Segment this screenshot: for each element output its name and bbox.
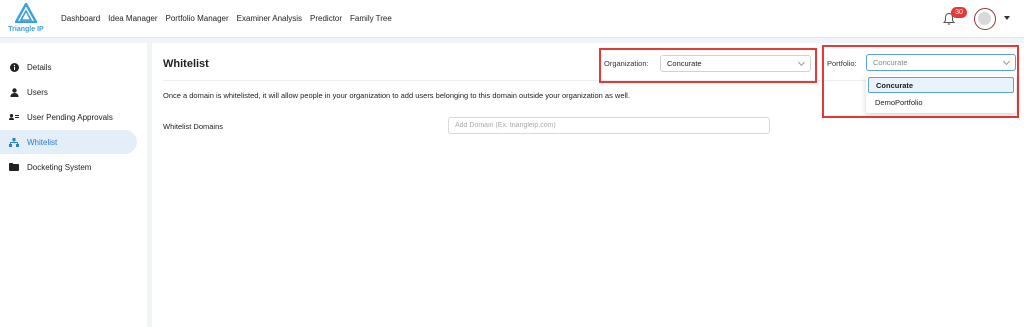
- chevron-down-icon: [797, 58, 806, 67]
- sidebar-item-users[interactable]: Users: [0, 80, 137, 104]
- add-domain-input[interactable]: [448, 117, 770, 134]
- whitelist-description: Once a domain is whitelisted, it will al…: [163, 91, 630, 100]
- folder-icon: [9, 162, 19, 172]
- portfolio-option-concurate[interactable]: Concurate: [868, 77, 1014, 93]
- portfolio-label: Portfolio:: [827, 59, 857, 68]
- sidebar-item-whitelist[interactable]: Whitelist: [0, 130, 137, 154]
- sidebar: Details Users User Pending Approvals Whi…: [0, 43, 147, 327]
- sitemap-icon: [9, 137, 19, 147]
- sidebar-item-label: User Pending Approvals: [27, 112, 113, 122]
- sidebar-item-docketing-system[interactable]: Docketing System: [0, 155, 137, 179]
- chevron-down-icon: [1002, 57, 1011, 66]
- avatar[interactable]: [974, 8, 996, 30]
- sidebar-item-user-pending-approvals[interactable]: User Pending Approvals: [0, 105, 137, 129]
- user-icon: [9, 87, 19, 97]
- portfolio-option-demoportfolio[interactable]: DemoPortfolio: [868, 94, 1014, 110]
- nav-idea-manager[interactable]: Idea Manager: [108, 14, 157, 23]
- sidebar-item-label: Users: [27, 87, 48, 97]
- nav-dashboard[interactable]: Dashboard: [61, 14, 100, 23]
- sidebar-item-label: Docketing System: [27, 162, 92, 172]
- nav-family-tree[interactable]: Family Tree: [350, 14, 392, 23]
- nav-predictor[interactable]: Predictor: [310, 14, 342, 23]
- triangle-logo-icon: [15, 3, 37, 23]
- notification-badge: 30: [951, 7, 967, 18]
- sidebar-item-details[interactable]: Details: [0, 55, 137, 79]
- portfolio-dropdown: Concurate DemoPortfolio: [866, 75, 1016, 113]
- logo-text: Triangle IP: [8, 26, 44, 33]
- page-title: Whitelist: [163, 58, 209, 70]
- nav-examiner-analysis[interactable]: Examiner Analysis: [237, 14, 302, 23]
- caret-down-icon[interactable]: [1004, 16, 1010, 20]
- nav-portfolio-manager[interactable]: Portfolio Manager: [166, 14, 229, 23]
- logo[interactable]: Triangle IP: [6, 2, 44, 36]
- whitelist-domains-label: Whitelist Domains: [163, 122, 224, 131]
- main-nav: Dashboard Idea Manager Portfolio Manager…: [61, 14, 392, 23]
- organization-label: Organization:: [604, 59, 649, 68]
- id-card-icon: [9, 112, 19, 122]
- portfolio-select[interactable]: Concurate: [866, 54, 1016, 71]
- organization-select[interactable]: Concurate: [660, 55, 811, 72]
- info-icon: [9, 62, 19, 72]
- top-navbar: Triangle IP Dashboard Idea Manager Portf…: [0, 0, 1024, 38]
- sidebar-item-label: Whitelist: [27, 137, 58, 147]
- portfolio-placeholder: Concurate: [873, 58, 908, 67]
- sidebar-item-label: Details: [27, 62, 52, 72]
- organization-value: Concurate: [667, 59, 702, 68]
